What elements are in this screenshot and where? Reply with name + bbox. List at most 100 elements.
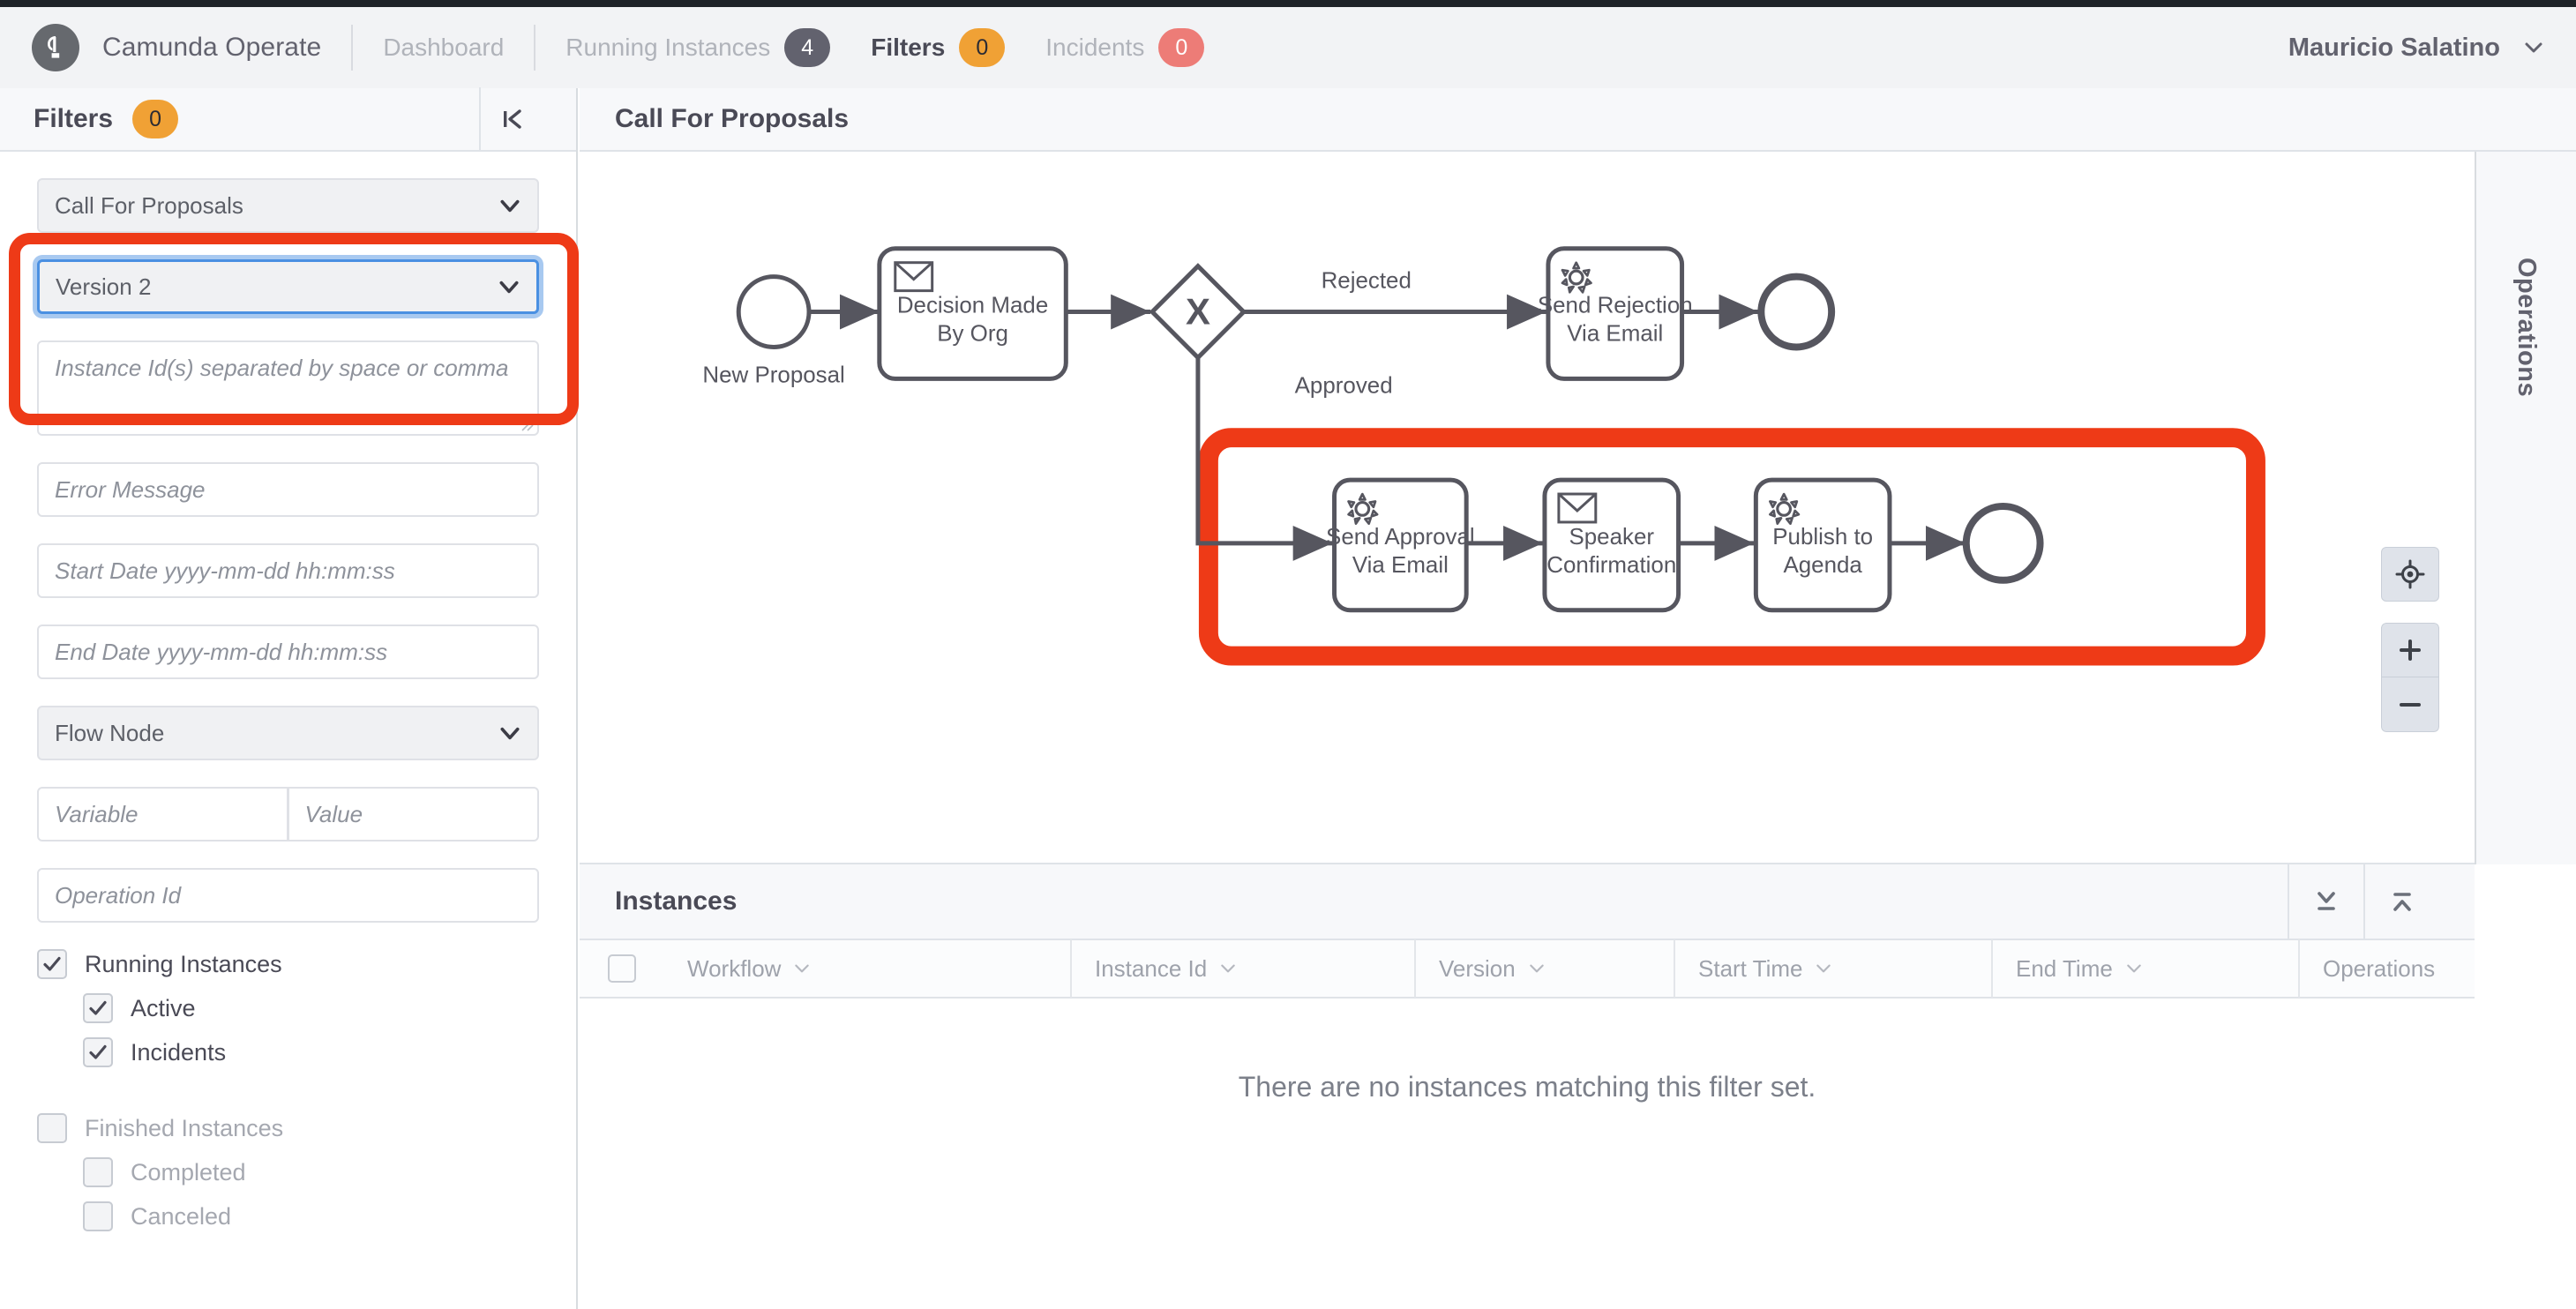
instance-ids-placeholder: Instance Id(s) separated by space or com… xyxy=(55,355,509,381)
variable-name-input[interactable]: Variable xyxy=(37,787,288,842)
start-date-input[interactable]: Start Date yyyy-mm-dd hh:mm:ss xyxy=(37,543,539,598)
checkbox-box xyxy=(37,949,67,979)
checkbox-finished-instances[interactable]: Finished Instances xyxy=(37,1113,539,1143)
bpmn-task-speaker-label-2: Confirmation xyxy=(1546,553,1676,578)
bpmn-task-approval-label-2: Via Email xyxy=(1352,553,1449,578)
instance-ids-input[interactable]: Instance Id(s) separated by space or com… xyxy=(37,340,539,436)
column-label: Start Time xyxy=(1698,954,1803,982)
instances-empty-state: There are no instances matching this fil… xyxy=(580,999,2475,1175)
filters-form: Call For Proposals Version 2 Instance Id… xyxy=(0,152,579,1231)
column-label: Version xyxy=(1439,954,1516,982)
diagram-zoom-controls xyxy=(2381,547,2439,732)
flow-node-select[interactable]: Flow Node xyxy=(37,706,539,760)
version-select-value: Version 2 xyxy=(56,273,152,300)
checkbox-label: Active xyxy=(131,994,196,1021)
check-icon xyxy=(89,1000,107,1015)
bpmn-task-publish-label-2: Agenda xyxy=(1783,553,1862,578)
checkbox-box xyxy=(37,1113,67,1143)
variable-name-placeholder: Variable xyxy=(55,800,139,827)
column-header-start-time[interactable]: Start Time xyxy=(1674,939,1991,998)
checkbox-box xyxy=(83,1037,113,1067)
select-all-checkbox[interactable] xyxy=(580,939,664,998)
nav-filters[interactable]: Filters 0 xyxy=(871,28,1006,67)
chevron-down-icon xyxy=(1221,964,1235,973)
app-root: Camunda Operate Dashboard Running Instan… xyxy=(0,0,2576,1309)
bpmn-task-approval-label-1: Send Approval xyxy=(1326,525,1475,550)
nav-incidents-label: Incidents xyxy=(1045,34,1145,61)
checkbox-box xyxy=(83,993,113,1023)
nav-incidents[interactable]: Incidents 0 xyxy=(1045,28,1205,67)
column-header-end-time[interactable]: End Time xyxy=(1991,939,2298,998)
checkbox-box xyxy=(83,1157,113,1187)
version-select[interactable]: Version 2 xyxy=(37,259,539,314)
column-header-version[interactable]: Version xyxy=(1414,939,1674,998)
filters-panel-title: Filters xyxy=(34,104,114,133)
diagram-zoom-in-button[interactable] xyxy=(2381,623,2439,677)
chevron-down-icon xyxy=(500,199,520,213)
chevron-down-icon xyxy=(499,280,519,294)
checkbox-label: Completed xyxy=(131,1158,246,1186)
column-header-instance-id[interactable]: Instance Id xyxy=(1070,939,1414,998)
collapse-left-icon[interactable] xyxy=(479,87,543,151)
diagram-title: Call For Proposals xyxy=(615,104,850,133)
plus-icon xyxy=(2400,640,2421,661)
column-label: End Time xyxy=(2016,954,2113,982)
bpmn-task-speaker-label-1: Speaker xyxy=(1569,525,1654,550)
chevron-down-icon xyxy=(500,727,520,740)
envelope-icon xyxy=(1557,492,1598,524)
nav-dashboard[interactable]: Dashboard xyxy=(383,34,504,62)
window-top-strip xyxy=(0,0,2576,7)
collapse-down-icon[interactable] xyxy=(2288,864,2363,939)
bpmn-diagram-pane[interactable]: New Proposal Decision Made By Org X Reje… xyxy=(580,152,2475,864)
variable-row: Variable Value xyxy=(37,787,539,842)
bpmn-gateway-label: X xyxy=(1186,291,1210,333)
checkbox-running-instances[interactable]: Running Instances xyxy=(37,949,539,979)
checkbox-completed[interactable]: Completed xyxy=(83,1157,539,1187)
nav-running-instances-badge: 4 xyxy=(784,28,831,67)
end-date-input[interactable]: End Date yyyy-mm-dd hh:mm:ss xyxy=(37,625,539,679)
operations-panel-rail[interactable]: Operations xyxy=(2475,152,2576,864)
bpmn-start-event[interactable] xyxy=(736,274,812,349)
main-content: Call For Proposals New Proposal Decision… xyxy=(580,88,2576,1309)
minus-icon xyxy=(2400,702,2421,707)
diagram-reset-view-button[interactable] xyxy=(2381,547,2439,602)
bpmn-end-event-rejected[interactable] xyxy=(1757,273,1836,351)
diagram-zoom-out-button[interactable] xyxy=(2381,677,2439,732)
resize-grip-icon[interactable] xyxy=(518,415,534,431)
instances-table-header: Workflow Instance Id Version Start Time … xyxy=(580,939,2475,999)
checkbox-active[interactable]: Active xyxy=(83,993,539,1023)
flow-label-rejected: Rejected xyxy=(1322,269,1412,294)
checkbox-canceled[interactable]: Canceled xyxy=(83,1201,539,1231)
variable-value-input[interactable]: Value xyxy=(288,787,539,842)
error-message-input[interactable]: Error Message xyxy=(37,462,539,517)
operation-id-input[interactable]: Operation Id xyxy=(37,868,539,923)
column-label: Workflow xyxy=(687,954,782,982)
user-name: Mauricio Salatino xyxy=(2288,33,2500,62)
app-brand-title: Camunda Operate xyxy=(102,33,322,62)
start-date-placeholder: Start Date yyyy-mm-dd hh:mm:ss xyxy=(55,557,395,584)
instances-panel-actions xyxy=(2288,864,2439,939)
bpmn-end-event-approved[interactable] xyxy=(1962,503,2044,584)
checkbox-incidents[interactable]: Incidents xyxy=(83,1037,539,1067)
expand-up-icon[interactable] xyxy=(2363,864,2439,939)
nav-running-instances[interactable]: Running Instances 4 xyxy=(565,28,831,67)
checkbox-label: Finished Instances xyxy=(85,1114,284,1141)
filters-sidebar-header: Filters 0 xyxy=(0,87,576,152)
bpmn-diagram[interactable]: New Proposal Decision Made By Org X Reje… xyxy=(580,152,2475,863)
header-divider xyxy=(534,25,536,71)
app-header: Camunda Operate Dashboard Running Instan… xyxy=(0,7,2576,88)
instances-empty-message: There are no instances matching this fil… xyxy=(1238,1070,1816,1103)
column-header-workflow[interactable]: Workflow xyxy=(664,939,1070,998)
instance-state-checkboxes: Running Instances Active Incidents Finis… xyxy=(37,949,539,1231)
checkbox-label: Incidents xyxy=(131,1038,227,1066)
body-area: Filters 0 Call For Proposals Version 2 I… xyxy=(0,87,2576,1309)
user-menu[interactable]: Mauricio Salatino xyxy=(2288,34,2544,63)
nav-filters-label: Filters xyxy=(871,34,946,61)
camunda-logo-icon[interactable] xyxy=(32,24,79,71)
chevron-down-icon xyxy=(2525,42,2542,53)
variable-value-placeholder: Value xyxy=(304,800,363,827)
bpmn-task-decision-label-2: By Org xyxy=(937,321,1008,346)
workflow-select[interactable]: Call For Proposals xyxy=(37,178,539,233)
bpmn-task-publish-label-1: Publish to xyxy=(1772,525,1873,550)
diagram-panel-header: Call For Proposals xyxy=(580,88,2576,152)
